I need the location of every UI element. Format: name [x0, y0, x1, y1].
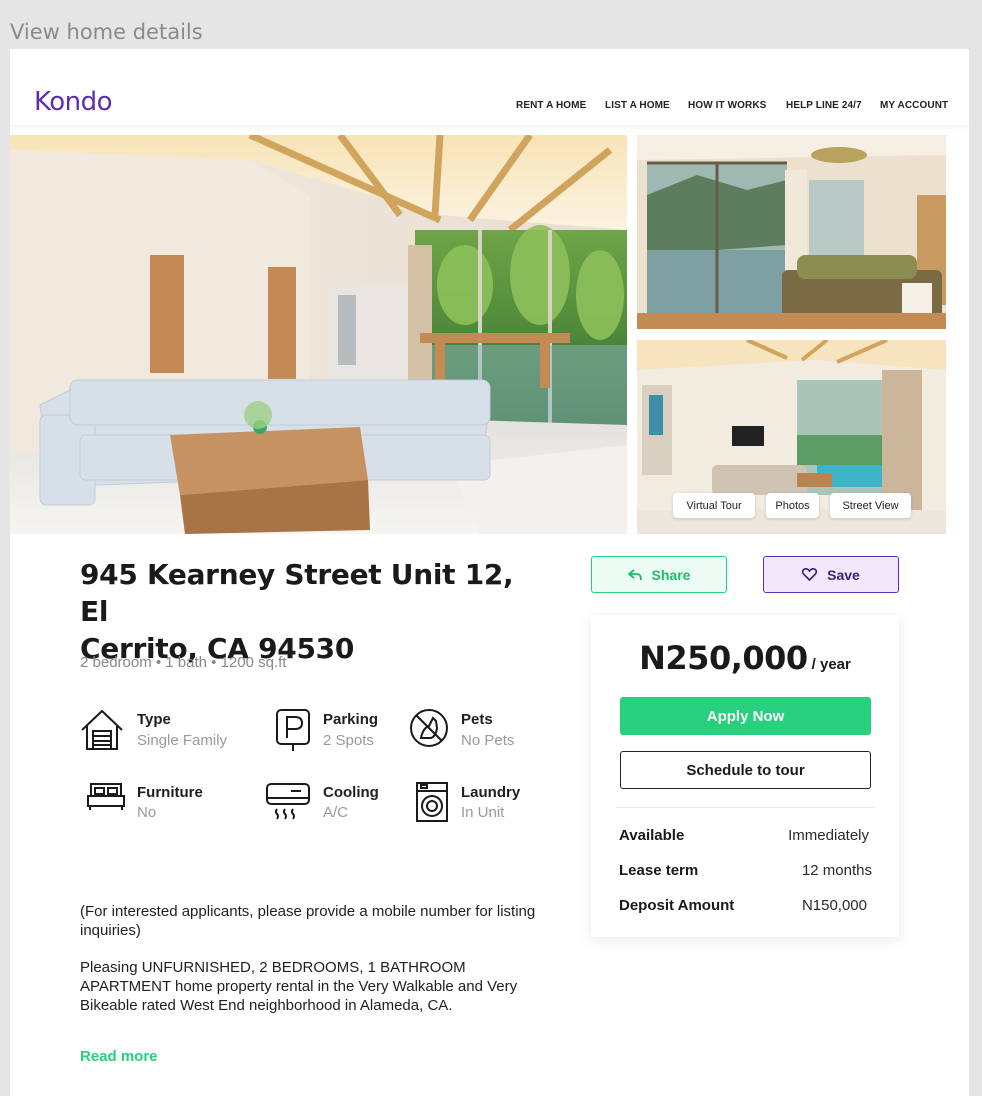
- listing-address: 945 Kearney Street Unit 12, El Cerrito, …: [80, 556, 550, 667]
- bed-icon: [87, 783, 125, 810]
- feature-laundry-label: Laundry: [461, 784, 521, 801]
- house-garage-icon: [81, 709, 123, 750]
- no-pets-icon: [410, 709, 448, 747]
- nav-list-a-home[interactable]: LIST A HOME: [605, 100, 670, 111]
- frame-title: View home details: [10, 20, 203, 44]
- feature-laundry-value: In Unit: [461, 804, 505, 821]
- price-unit: / year: [811, 656, 851, 673]
- nav-my-account[interactable]: MY ACCOUNT: [880, 100, 948, 111]
- card-divider: [616, 807, 875, 808]
- home-details-page: Kondo RENT A HOME LIST A HOME HOW IT WOR…: [10, 49, 969, 1096]
- term-lease-label: Lease term: [619, 862, 699, 879]
- feature-parking-label: Parking: [323, 711, 379, 728]
- listing-summary: 2 bedroom • 1 bath • 1200 sq.ft: [80, 654, 287, 671]
- save-label: Save: [827, 566, 860, 583]
- listing-description: Pleasing UNFURNISHED, 2 BEDROOMS, 1 BATH…: [80, 959, 518, 1014]
- air-conditioner-icon: [266, 783, 310, 820]
- term-available-label: Available: [619, 827, 685, 844]
- parking-icon: [276, 709, 310, 751]
- price: N250,000/ year: [591, 639, 899, 677]
- share-label: Share: [651, 566, 691, 583]
- pricing-card: N250,000/ year Apply Now Schedule to tou…: [591, 615, 899, 937]
- share-arrow-icon: [627, 568, 642, 580]
- nav-rent-a-home[interactable]: RENT A HOME: [516, 100, 586, 111]
- nav-how-it-works[interactable]: HOW IT WORKS: [688, 100, 766, 111]
- feature-furniture-label: Furniture: [137, 784, 203, 801]
- site-header: Kondo RENT A HOME LIST A HOME HOW IT WOR…: [10, 49, 969, 125]
- share-button[interactable]: Share: [591, 556, 727, 593]
- feature-furniture-value: No: [137, 804, 157, 821]
- photo-bedroom[interactable]: [637, 135, 946, 329]
- feature-type-label: Type: [137, 711, 171, 728]
- washing-machine-icon: [416, 782, 448, 822]
- save-button[interactable]: Save: [763, 556, 899, 593]
- feature-type-value: Single Family: [137, 732, 228, 749]
- term-deposit-value: N150,000: [801, 897, 867, 914]
- main-photo-living-room[interactable]: [10, 135, 627, 534]
- price-amount: N250,000: [639, 639, 808, 677]
- street-view-button[interactable]: Street View: [830, 493, 911, 518]
- heart-icon: [802, 568, 818, 581]
- photos-button[interactable]: Photos: [766, 493, 819, 518]
- feature-parking-value: 2 Spots: [323, 732, 374, 749]
- feature-pets-label: Pets: [461, 711, 493, 728]
- listing-note: (For interested applicants, please provi…: [80, 903, 536, 939]
- feature-cooling-label: Cooling: [323, 784, 379, 801]
- schedule-tour-button[interactable]: Schedule to tour: [620, 751, 871, 789]
- term-lease-value: 12 months: [801, 862, 872, 879]
- apply-now-button[interactable]: Apply Now: [620, 697, 871, 735]
- read-more-link[interactable]: Read more: [80, 1048, 158, 1065]
- term-deposit-label: Deposit Amount: [619, 897, 735, 914]
- term-available-value: Immediately: [788, 827, 869, 844]
- feature-pets-value: No Pets: [461, 732, 515, 749]
- virtual-tour-button[interactable]: Virtual Tour: [673, 493, 755, 518]
- address-line-1: 945 Kearney Street Unit 12, El: [80, 558, 514, 628]
- feature-cooling-value: A/C: [323, 804, 349, 821]
- nav-help-line[interactable]: HELP LINE 24/7: [786, 100, 862, 111]
- kondo-logo[interactable]: Kondo: [34, 87, 113, 117]
